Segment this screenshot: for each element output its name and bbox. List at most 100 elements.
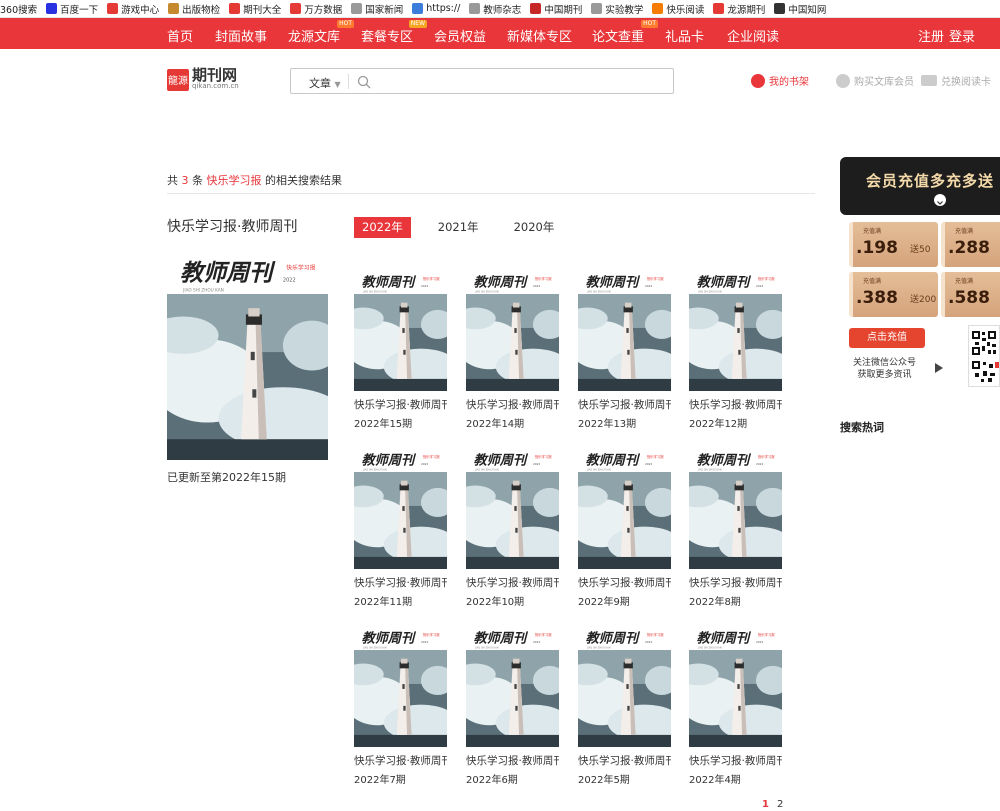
issue-card[interactable]: 教师周刊 JIAO SHI ZHOU KAN 快乐学习报 2022 快乐学习报·… (689, 270, 782, 430)
nav-item[interactable]: 论文查重 HOT (592, 20, 659, 45)
issue-card[interactable]: 教师周刊 JIAO SHI ZHOU KAN 快乐学习报 2022 快乐学习报·… (466, 626, 559, 786)
magazine-title[interactable]: 快乐学习报·教师周刊 (167, 216, 297, 236)
issue-title[interactable]: 快乐学习报·教师周刊 (354, 397, 447, 412)
issue-card[interactable]: 教师周刊 JIAO SHI ZHOU KAN 快乐学习报 2022 快乐学习报·… (689, 448, 782, 608)
issue-card[interactable]: 教师周刊 JIAO SHI ZHOU KAN 快乐学习报 2022 快乐学习报·… (354, 448, 447, 608)
issue-title[interactable]: 快乐学习报·教师周刊 (466, 397, 559, 412)
issue-card[interactable]: 教师周刊 JIAO SHI ZHOU KAN 快乐学习报 2022 快乐学习报·… (578, 270, 671, 430)
recharge-coupon[interactable]: 充值满.288送 (941, 222, 1000, 267)
issue-number: 2022年15期 (354, 419, 413, 430)
issue-cover[interactable]: 教师周刊 JIAO SHI ZHOU KAN 快乐学习报 2022 (354, 270, 447, 391)
issue-title[interactable]: 快乐学习报·教师周刊 (578, 397, 671, 412)
nav-item[interactable]: 新媒体专区 (507, 26, 572, 45)
coupon-label: 充值满 (955, 228, 974, 235)
bookmark-item[interactable]: https:// (412, 3, 460, 14)
bookmark-item[interactable]: 国家新闻 (351, 2, 403, 16)
issue-title[interactable]: 快乐学习报·教师周刊 (689, 753, 782, 768)
issue-cover[interactable]: 教师周刊 JIAO SHI ZHOU KAN 快乐学习报 2022 (689, 448, 782, 569)
recharge-coupon[interactable]: 充值满 .198 送50 (849, 222, 938, 267)
issue-card[interactable]: 教师周刊 JIAO SHI ZHOU KAN 快乐学习报 2022 快乐学习报·… (466, 270, 559, 430)
baidu-paw-icon (46, 3, 58, 14)
issue-card[interactable]: 教师周刊 JIAO SHI ZHOU KAN 快乐学习报 2022 快乐学习报·… (354, 626, 447, 786)
bookmark-item[interactable]: 出版物检 (168, 2, 220, 16)
recharge-button[interactable]: 点击充值 (849, 328, 925, 348)
svg-text:2022: 2022 (421, 640, 428, 644)
page-link[interactable]: 1 (762, 799, 769, 810)
nav-item[interactable]: 首页 (167, 26, 193, 45)
svg-text:快乐学习报: 快乐学习报 (647, 276, 664, 281)
nav-item[interactable]: 会员权益 (434, 26, 486, 45)
issue-cover[interactable]: 教师周刊 JIAO SHI ZHOU KAN 快乐学习报 2022 (578, 270, 671, 391)
play-icon[interactable] (935, 363, 943, 373)
bookmark-item[interactable]: 百度一下 (46, 2, 98, 16)
issue-card[interactable]: 教师周刊 JIAO SHI ZHOU KAN 快乐学习报 2022 快乐学习报·… (466, 448, 559, 608)
issue-card[interactable]: 教师周刊 JIAO SHI ZHOU KAN 快乐学习报 2022 快乐学习报·… (578, 448, 671, 608)
login-link[interactable]: 登录 (949, 26, 975, 45)
bookmark-item[interactable]: 龙源期刊 (713, 2, 765, 16)
year-tab[interactable]: 2020年 (506, 217, 563, 238)
issue-cover[interactable]: 教师周刊 JIAO SHI ZHOU KAN 快乐学习报 2022 (578, 626, 671, 747)
issue-card[interactable]: 教师周刊 JIAO SHI ZHOU KAN 快乐学习报 2022 快乐学习报·… (578, 626, 671, 786)
recharge-coupon[interactable]: 充值满.588送 (941, 272, 1000, 317)
coupon-label: 充值满 (863, 228, 882, 235)
bookmark-item[interactable]: 游戏中心 (107, 2, 159, 16)
issue-cover[interactable]: 教师周刊 JIAO SHI ZHOU KAN 快乐学习报 2022 (689, 270, 782, 391)
bookmark-item[interactable]: 中国期刊 (530, 2, 582, 16)
nav-item[interactable]: 企业阅读 (727, 26, 779, 45)
bookmark-item[interactable]: 教师杂志 (469, 2, 521, 16)
issue-cover[interactable]: 教师周刊 JIAO SHI ZHOU KAN 快乐学习报 2022 (466, 626, 559, 747)
year-tab[interactable]: 2021年 (430, 217, 487, 238)
site-logo[interactable]: 龍源 期刊网 qikan.com.cn (167, 68, 239, 91)
nav-item[interactable]: 龙源文库 HOT (288, 20, 355, 45)
page-link[interactable]: 2 (777, 799, 783, 810)
bookmark-item[interactable]: 实验教学 (591, 2, 643, 16)
search-category-select[interactable]: 文章 ▼ (309, 75, 341, 91)
magazine-cover[interactable]: 教师周刊 JIAO SHI ZHOU KAN 快乐学习报 2022 (167, 252, 328, 460)
recharge-coupon[interactable]: 充值满 .388 送200 (849, 272, 938, 317)
svg-text:快乐学习报: 快乐学习报 (423, 454, 440, 459)
publication-icon (168, 3, 180, 14)
bookmark-item[interactable]: 快乐阅读 (652, 2, 704, 16)
issue-cover[interactable]: 教师周刊 JIAO SHI ZHOU KAN 快乐学习报 2022 (466, 270, 559, 391)
issue-title[interactable]: 快乐学习报·教师周刊 (354, 753, 447, 768)
issue-title[interactable]: 快乐学习报·教师周刊 (689, 397, 782, 412)
issue-number: 2022年10期 (466, 597, 525, 608)
issue-card[interactable]: 教师周刊 JIAO SHI ZHOU KAN 快乐学习报 2022 快乐学习报·… (689, 626, 782, 786)
bookmark-item[interactable]: 中国知网 (774, 2, 826, 16)
svg-text:教师周刊: 教师周刊 (361, 274, 417, 290)
register-link[interactable]: 注册 (918, 26, 944, 45)
search-icon[interactable] (357, 74, 371, 93)
nav-item[interactable]: 套餐专区 NEW (361, 20, 428, 45)
bookmark-label: 百度一下 (60, 4, 99, 16)
bookmark-label: 龙源期刊 (727, 4, 766, 16)
issue-title[interactable]: 快乐学习报·教师周刊 (578, 753, 671, 768)
hot-search-title: 搜索热词 (840, 421, 884, 434)
search-divider (348, 74, 349, 89)
issue-cover[interactable]: 教师周刊 JIAO SHI ZHOU KAN 快乐学习报 2022 (354, 626, 447, 747)
issue-cover[interactable]: 教师周刊 JIAO SHI ZHOU KAN 快乐学习报 2022 (689, 626, 782, 747)
issue-card[interactable]: 教师周刊 JIAO SHI ZHOU KAN 快乐学习报 2022 快乐学习报·… (354, 270, 447, 430)
year-tab[interactable]: 2022年 (354, 217, 411, 238)
bookmark-item[interactable]: 期刊大全 (229, 2, 281, 16)
issue-number: 2022年9期 (578, 597, 630, 608)
bookmark-item[interactable]: 万方数据 (290, 2, 342, 16)
issue-cover[interactable]: 教师周刊 JIAO SHI ZHOU KAN 快乐学习报 2022 (466, 448, 559, 569)
issue-title[interactable]: 快乐学习报·教师周刊 (466, 753, 559, 768)
issue-title[interactable]: 快乐学习报·教师周刊 (466, 575, 559, 590)
nav-item[interactable]: 封面故事 (215, 26, 267, 45)
bookshelf-link[interactable]: 我的书架 (751, 73, 809, 88)
buy-member-link[interactable]: 购买文库会员 (836, 73, 914, 88)
promo-banner[interactable]: 会员充值多充多送 (840, 157, 1000, 215)
search-input[interactable] (377, 72, 667, 90)
svg-text:2022: 2022 (421, 462, 428, 466)
issue-cover[interactable]: 教师周刊 JIAO SHI ZHOU KAN 快乐学习报 2022 (578, 448, 671, 569)
bookmark-item[interactable]: 360搜索 (0, 2, 37, 16)
issue-cover[interactable]: 教师周刊 JIAO SHI ZHOU KAN 快乐学习报 2022 (354, 448, 447, 569)
issue-title[interactable]: 快乐学习报·教师周刊 (578, 575, 671, 590)
svg-text:教师周刊: 教师周刊 (696, 630, 752, 646)
nav-item[interactable]: 礼品卡 (665, 26, 704, 45)
issue-title[interactable]: 快乐学习报·教师周刊 (689, 575, 782, 590)
svg-text:快乐学习报: 快乐学习报 (535, 276, 552, 281)
redeem-card-link[interactable]: 兑换阅读卡 (921, 73, 991, 88)
issue-title[interactable]: 快乐学习报·教师周刊 (354, 575, 447, 590)
